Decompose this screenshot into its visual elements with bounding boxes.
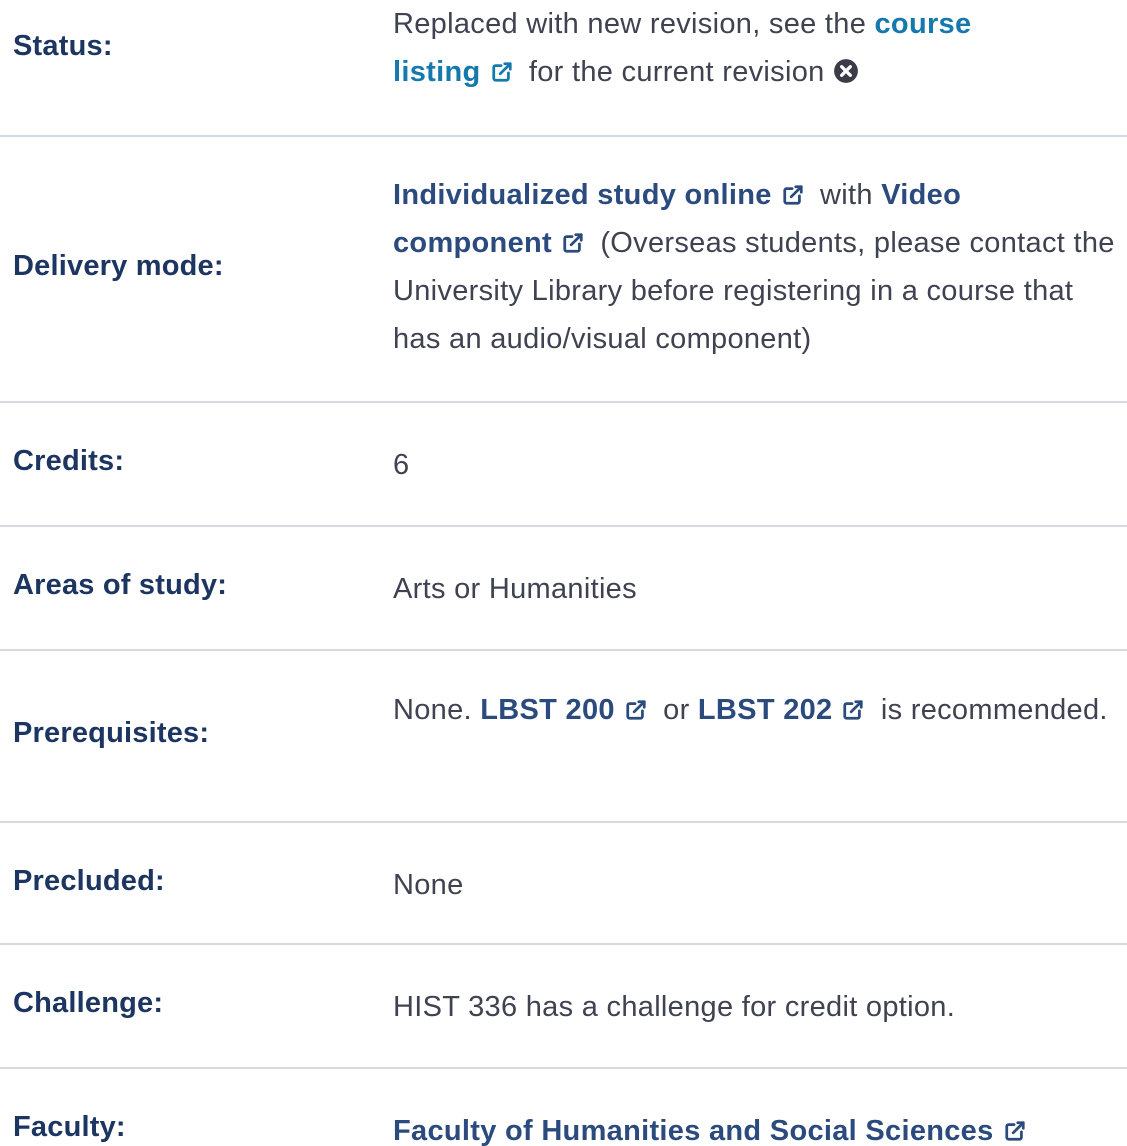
status-row: Status: Replaced with new revision, see … (0, 0, 1127, 137)
credits-label: Credits: (13, 445, 125, 477)
precluded-row: Precluded: None (0, 823, 1127, 945)
areas-of-study-row: Areas of study: Arts or Humanities (0, 527, 1127, 651)
lbst-202-link[interactable]: LBST 202 (698, 694, 873, 726)
prerequisites-label: Prerequisites: (13, 717, 210, 749)
challenge-label: Challenge: (13, 987, 164, 1019)
delivery-mode-row: Delivery mode: Individualized study onli… (0, 137, 1127, 403)
course-listing-link-part1[interactable]: course (875, 8, 972, 40)
external-link-icon[interactable] (842, 699, 864, 721)
video-component-link-part2[interactable]: component (393, 227, 552, 259)
prerequisites-text-before: None. (393, 694, 481, 726)
external-link-icon[interactable] (562, 232, 584, 254)
prerequisites-row: Prerequisites: None. LBST 200 or LBST 20… (0, 651, 1127, 823)
external-link-icon[interactable] (1004, 1120, 1026, 1142)
credits-row: Credits: 6 (0, 403, 1127, 527)
credits-value: 6 (393, 449, 410, 481)
external-link-icon[interactable] (625, 699, 647, 721)
areas-of-study-label: Areas of study: (13, 569, 228, 601)
individualized-study-link[interactable]: Individualized study online (393, 179, 812, 211)
faculty-link[interactable]: Faculty of Humanities and Social Science… (393, 1115, 1034, 1146)
status-text-after: for the current revision (520, 56, 825, 88)
status-value: Replaced with new revision, see the cour… (393, 0, 1127, 96)
faculty-link-text[interactable]: Faculty of Humanities and Social Science… (393, 1115, 994, 1146)
delivery-mode-value: Individualized study online with Video co… (393, 171, 1127, 363)
prerequisites-or-text: or (654, 694, 698, 726)
individualized-study-link-text[interactable]: Individualized study online (393, 179, 772, 211)
challenge-value: HIST 336 has a challenge for credit opti… (393, 991, 956, 1023)
video-component-link-part1[interactable]: Video (881, 179, 961, 211)
lbst-200-link-text[interactable]: LBST 200 (480, 694, 615, 726)
prerequisites-value: None. LBST 200 or LBST 202 is recommende… (393, 686, 1127, 734)
external-link-icon[interactable] (782, 184, 804, 206)
course-listing-link-part2[interactable]: listing (393, 56, 481, 88)
faculty-row: Faculty: Faculty of Humanities and Socia… (0, 1069, 1127, 1146)
circle-x-icon (833, 58, 859, 84)
lbst-202-link-text[interactable]: LBST 202 (698, 694, 833, 726)
faculty-value: Faculty of Humanities and Social Science… (393, 1107, 1127, 1146)
external-link-icon[interactable] (491, 61, 513, 83)
faculty-label: Faculty: (13, 1111, 126, 1143)
challenge-row: Challenge: HIST 336 has a challenge for … (0, 945, 1127, 1069)
lbst-200-link[interactable]: LBST 200 (480, 694, 655, 726)
areas-of-study-value: Arts or Humanities (393, 573, 637, 605)
precluded-value: None (393, 869, 464, 901)
status-label: Status: (13, 30, 113, 62)
prerequisites-text-after: is recommended. (872, 694, 1108, 726)
delivery-with-text: with (811, 179, 882, 211)
status-text-before: Replaced with new revision, see the (393, 8, 875, 40)
delivery-mode-label: Delivery mode: (13, 250, 224, 282)
precluded-label: Precluded: (13, 865, 165, 897)
